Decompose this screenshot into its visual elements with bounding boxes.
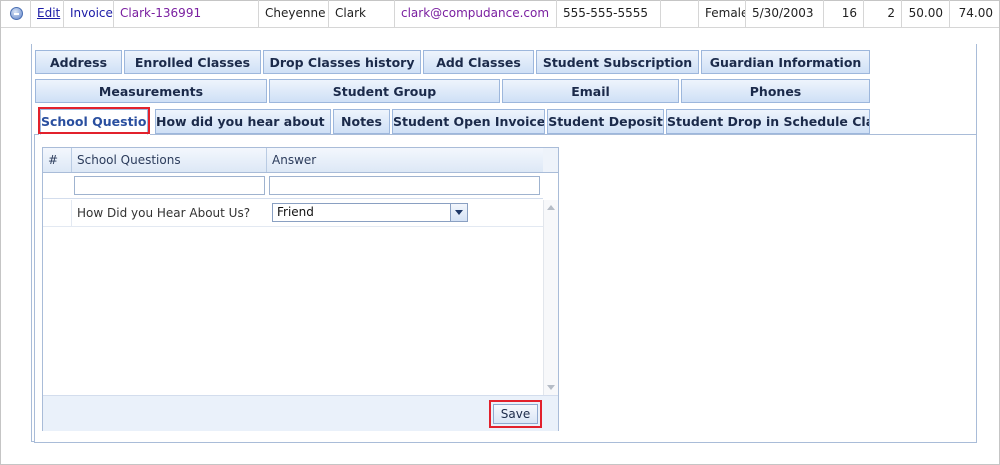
column-header-number: #: [43, 148, 72, 172]
amount-2: 74.00: [958, 6, 993, 20]
tab-notes[interactable]: Notes: [333, 109, 390, 134]
tab-guardian-information[interactable]: Guardian Information: [701, 50, 870, 74]
answer-select-value: Friend: [277, 205, 314, 219]
filter-row: [43, 173, 543, 199]
invoice-cell: Invoice: [64, 0, 114, 27]
tab-how-did-you-hear[interactable]: How did you hear about Us: [155, 109, 331, 134]
tab-drop-classes-history[interactable]: Drop Classes history: [263, 50, 421, 74]
question-cell: How Did you Hear About Us?: [77, 206, 251, 220]
tab-content-border-left: [34, 134, 39, 135]
last-name: Clark: [329, 0, 395, 27]
tab-student-drop-in-schedule-class[interactable]: Student Drop in Schedule Class: [666, 109, 870, 134]
empty-cell: [661, 0, 699, 27]
table-row: How Did you Hear About Us? Friend: [43, 200, 543, 227]
answer-select[interactable]: Friend: [272, 203, 468, 222]
phone: 555-555-5555: [557, 0, 661, 27]
scroll-up-icon[interactable]: [547, 205, 555, 210]
scroll-down-icon[interactable]: [547, 385, 555, 390]
tab-student-group[interactable]: Student Group: [269, 79, 500, 103]
collapse-cell: [1, 0, 31, 27]
column-header-answer[interactable]: Answer: [267, 148, 543, 172]
date-of-birth: 5/30/2003: [746, 0, 824, 27]
chevron-down-icon[interactable]: [450, 204, 467, 221]
save-button[interactable]: Save: [493, 404, 538, 424]
tab-phones[interactable]: Phones: [681, 79, 870, 103]
tab-measurements[interactable]: Measurements: [35, 79, 267, 103]
column-header-questions[interactable]: School Questions: [72, 148, 267, 172]
first-name: Cheyenne: [259, 0, 329, 27]
row-number: [43, 200, 72, 226]
question-filter-input[interactable]: [74, 176, 265, 195]
student-code: Clark-136991: [114, 0, 259, 27]
answer-filter-input[interactable]: [269, 176, 540, 195]
student-record-row: Edit Invoice Clark-136991 Cheyenne Clark…: [1, 0, 999, 28]
tab-student-deposit[interactable]: Student Deposit: [547, 109, 664, 134]
tab-email[interactable]: Email: [502, 79, 679, 103]
count: 2: [864, 0, 902, 27]
gender: Female: [699, 0, 746, 27]
tab-school-question[interactable]: School Question: [40, 109, 148, 135]
tab-student-open-invoices[interactable]: Student Open Invoices: [392, 109, 545, 134]
edit-cell: Edit: [31, 0, 64, 27]
tab-student-subscription[interactable]: Student Subscription: [536, 50, 699, 74]
header-scroll-spacer: [543, 148, 558, 173]
school-questions-grid: # School Questions Answer How Did you He…: [42, 147, 559, 431]
grid-footer: Save: [43, 395, 558, 431]
email-link[interactable]: clark@compudance.com: [395, 0, 557, 27]
tab-enrolled-classes[interactable]: Enrolled Classes: [124, 50, 261, 74]
tab-address[interactable]: Address: [35, 50, 122, 74]
edit-link[interactable]: Edit: [37, 6, 60, 20]
amount-1: 50.00: [902, 0, 950, 27]
grid-header: # School Questions Answer: [43, 148, 543, 173]
age: 16: [824, 0, 864, 27]
tab-add-classes[interactable]: Add Classes: [423, 50, 534, 74]
vertical-scrollbar[interactable]: [543, 200, 558, 395]
collapse-icon[interactable]: [10, 7, 23, 20]
invoice-link[interactable]: Invoice: [70, 6, 113, 20]
